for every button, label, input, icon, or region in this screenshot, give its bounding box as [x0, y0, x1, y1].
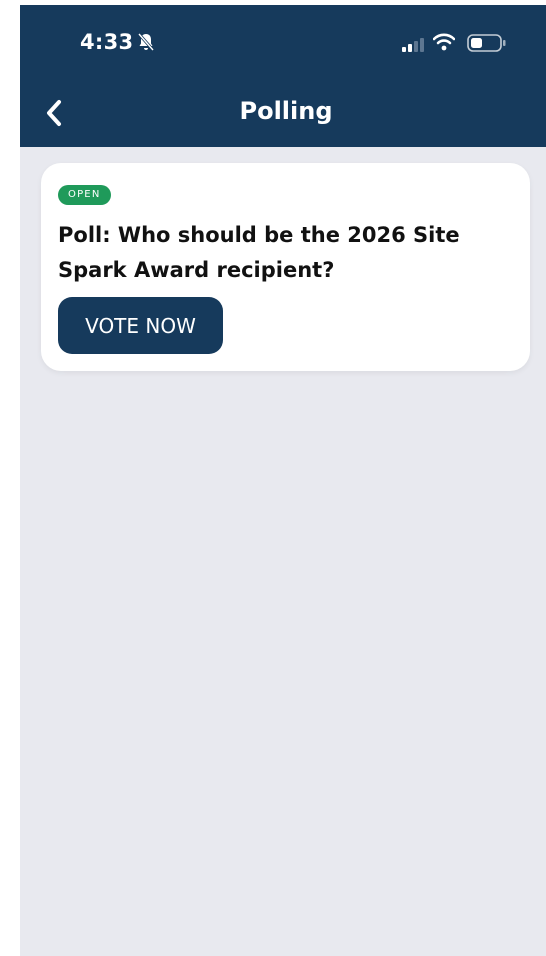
poll-question: Poll: Who should be the 2026 Site Spark … — [58, 223, 460, 282]
poll-card: OPEN Poll: Who should be the 2026 Site S… — [41, 163, 530, 371]
page-title: Polling — [239, 97, 333, 125]
bell-slash-icon — [137, 33, 155, 51]
signal-icon — [402, 38, 424, 52]
wifi-icon — [433, 33, 455, 51]
status-time: 4:33 — [80, 30, 134, 54]
vote-now-button[interactable]: VOTE NOW — [58, 297, 223, 354]
battery-icon — [467, 34, 506, 52]
app-screen: 4:33 Polling OPEN Poll: Who should be th… — [20, 5, 546, 956]
top-bar: 4:33 Polling — [20, 5, 546, 147]
status-badge: OPEN — [58, 185, 111, 205]
